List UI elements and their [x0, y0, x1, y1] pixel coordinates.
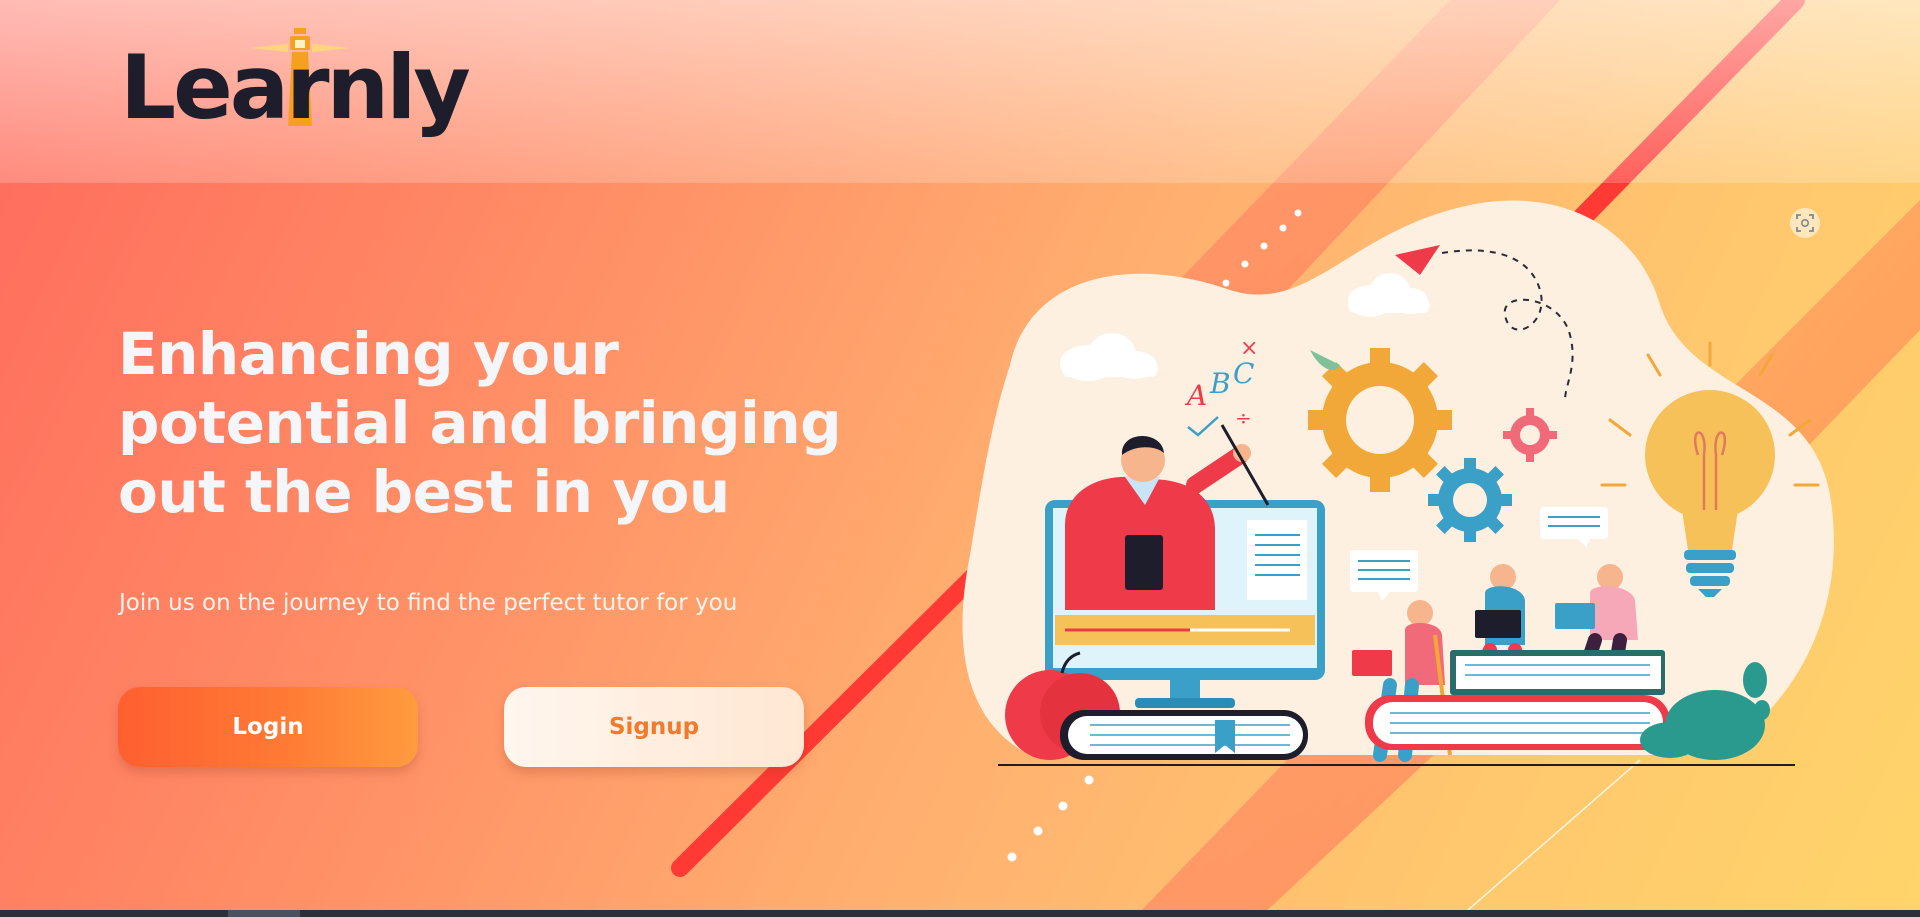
svg-text:A: A — [1184, 379, 1207, 412]
gear-icon — [1428, 458, 1512, 542]
landing-page: Learnly Enhancing your potential and bri… — [0, 0, 1920, 917]
svg-text:B: B — [1209, 367, 1231, 400]
hero-subtitle: Join us on the journey to find the perfe… — [119, 590, 738, 616]
scan-icon — [1796, 214, 1814, 232]
svg-text:C: C — [1233, 357, 1254, 390]
hero-title: Enhancing your potential and bringing ou… — [118, 320, 842, 526]
online-tutoring-illustration: A B C × ÷ — [962, 200, 1834, 766]
svg-text:÷: ÷ — [1235, 406, 1252, 430]
screen-capture-icon[interactable] — [1790, 208, 1820, 238]
signup-button[interactable]: Signup — [504, 687, 804, 767]
laptop-icon — [1352, 650, 1392, 676]
svg-text:×: × — [1240, 336, 1258, 361]
learnly-logo[interactable]: Learnly — [120, 26, 471, 146]
laptop-icon — [1555, 603, 1595, 629]
laptop-icon — [1475, 610, 1521, 638]
gear-icon — [1308, 348, 1452, 492]
scrollbar-thumb[interactable] — [228, 910, 300, 917]
logo-wordmark: Learnly — [120, 36, 471, 139]
login-button[interactable]: Login — [118, 687, 418, 767]
book-icon — [1060, 710, 1308, 760]
